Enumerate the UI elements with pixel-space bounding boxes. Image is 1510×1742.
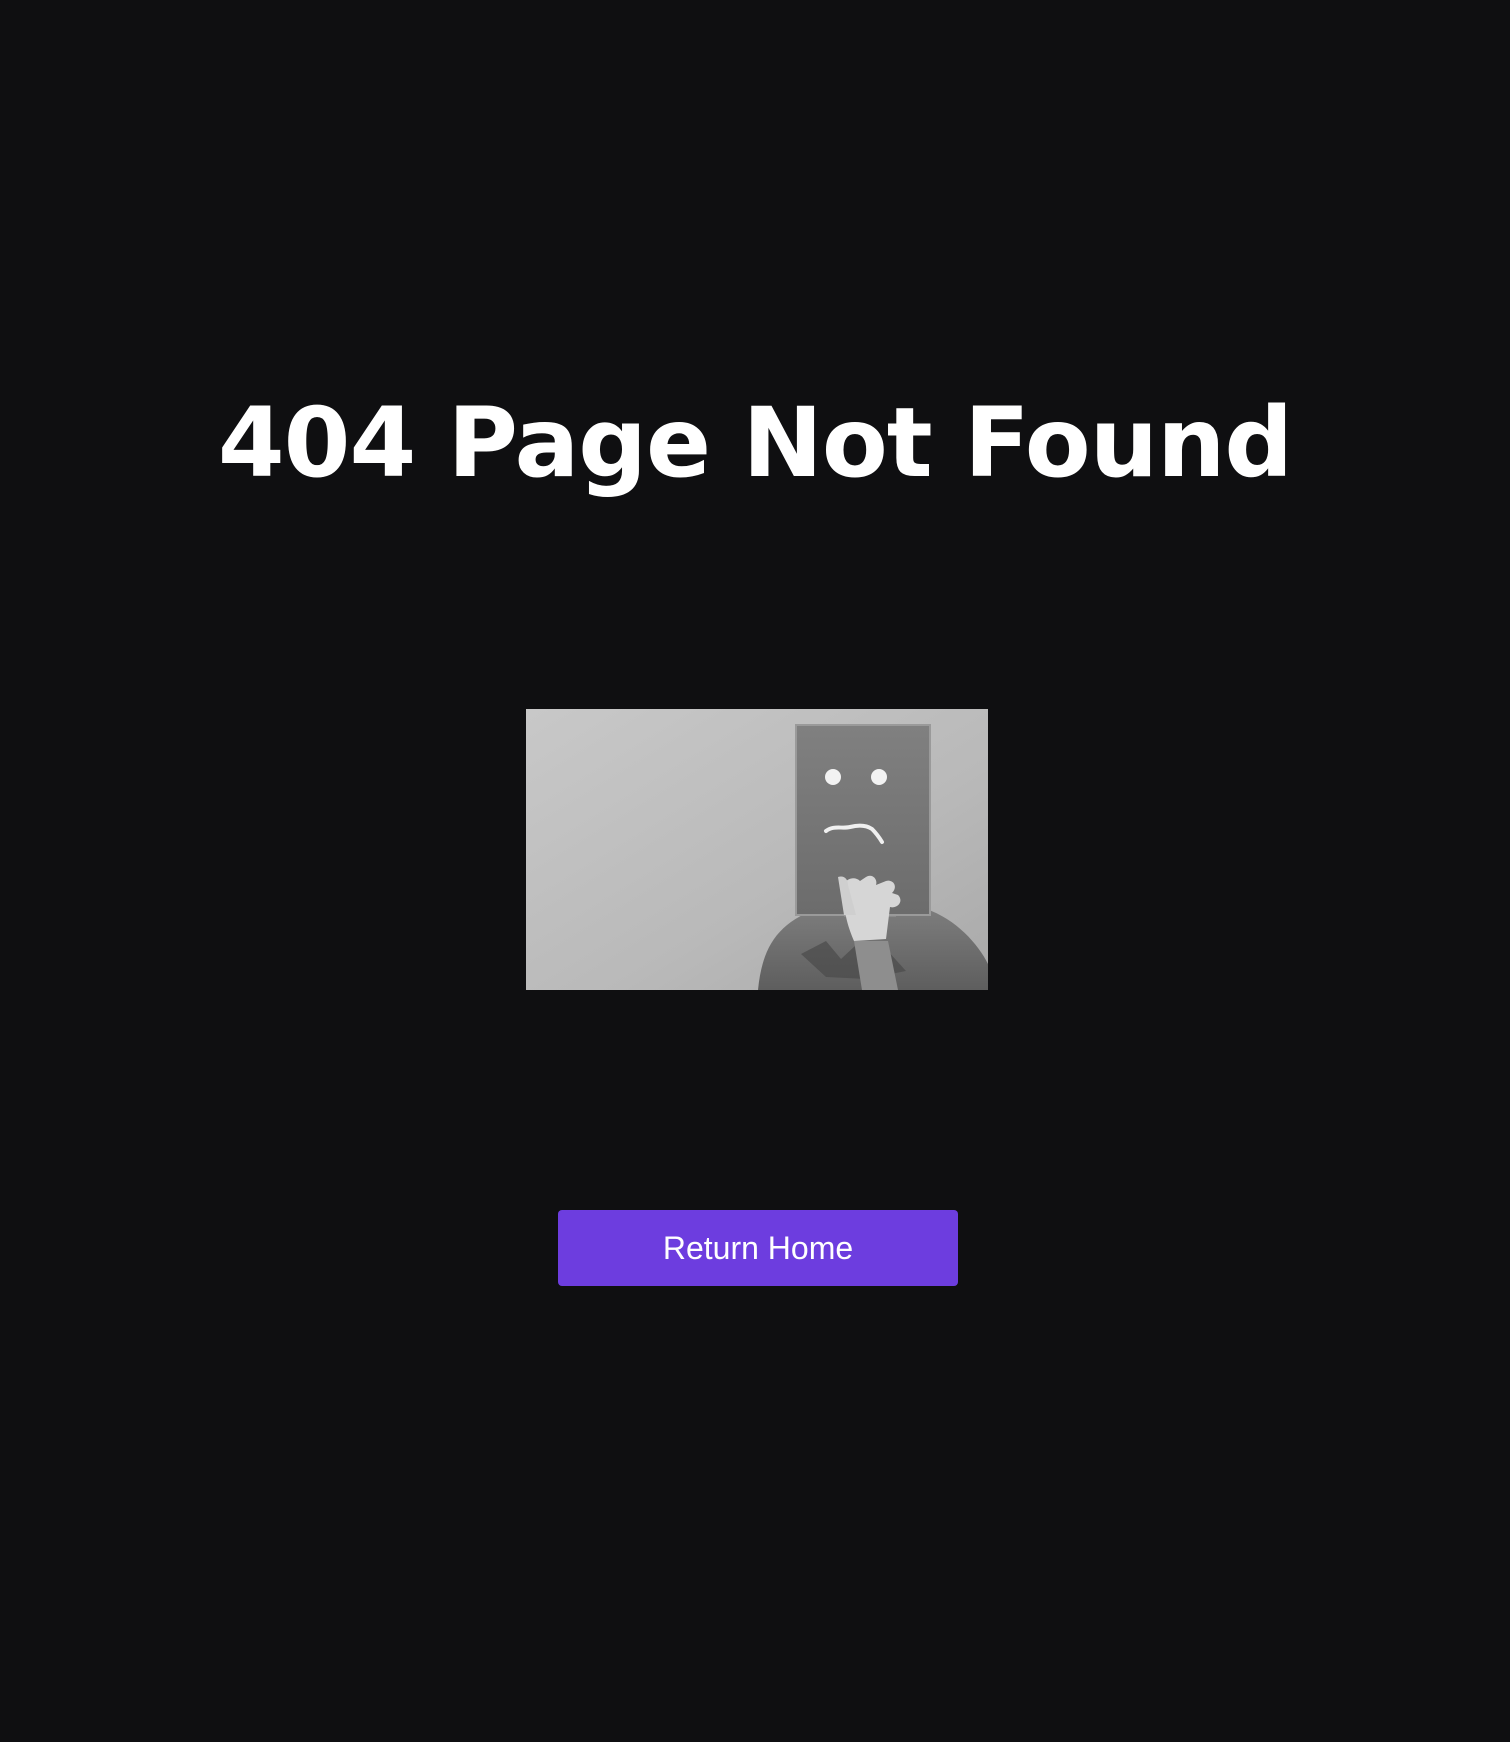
page-title: 404 Page Not Found (217, 387, 1293, 499)
return-home-button[interactable]: Return Home (558, 1210, 958, 1286)
not-found-page: 404 Page Not Found Return Home (0, 0, 1510, 1742)
sad-face-image (526, 709, 988, 990)
